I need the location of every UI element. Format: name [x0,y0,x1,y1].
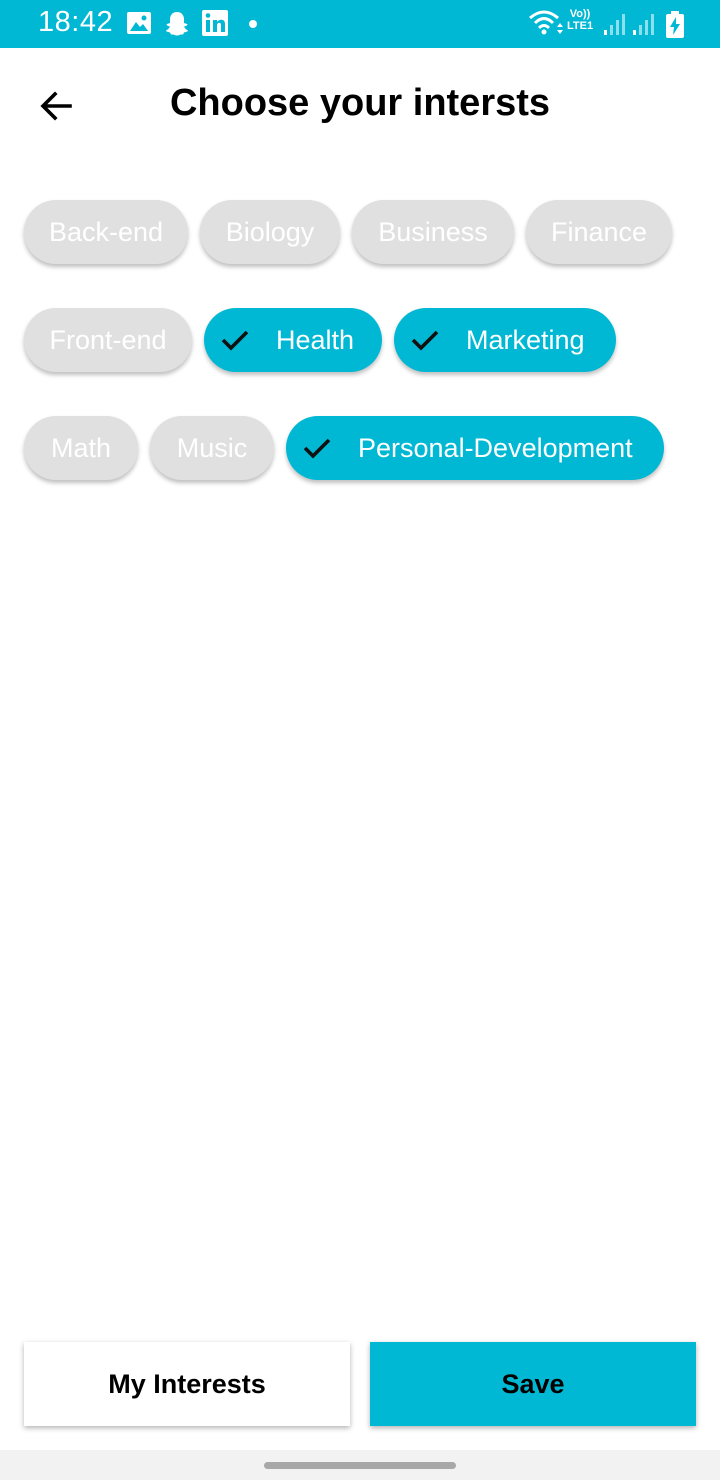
chip-biology[interactable]: Biology [200,200,340,264]
chip-label: Business [378,216,488,247]
check-icon [411,330,439,351]
check-icon [303,438,331,459]
chip-music[interactable]: Music [150,416,274,480]
check-icon [221,330,249,351]
chip-health[interactable]: Health [204,308,382,372]
chip-back-end[interactable]: Back-end [24,200,188,264]
chip-label: Back-end [48,216,164,247]
chip-personal-development[interactable]: Personal-Development [286,416,664,480]
navigation-bar [0,1450,720,1480]
chip-math[interactable]: Math [24,416,138,480]
my-interests-button[interactable]: My Interests [24,1342,350,1426]
chip-front-end[interactable]: Front-end [24,308,192,372]
chip-label: Front-end [49,324,167,355]
chip-label: Music [176,432,248,463]
home-gesture-handle[interactable] [264,1462,456,1469]
chip-label: Biology [225,216,315,247]
chip-finance[interactable]: Finance [526,200,672,264]
interest-chip-group: Back-end Biology Business Finance Front-… [0,0,720,520]
chip-marketing[interactable]: Marketing [394,308,616,372]
chip-label: Math [50,432,112,463]
save-button[interactable]: Save [370,1342,696,1426]
chip-label: Personal-Development [358,432,633,463]
chip-label: Marketing [466,324,585,355]
chip-business[interactable]: Business [352,200,514,264]
chip-label: Health [276,324,355,355]
chip-label: Finance [550,216,648,247]
